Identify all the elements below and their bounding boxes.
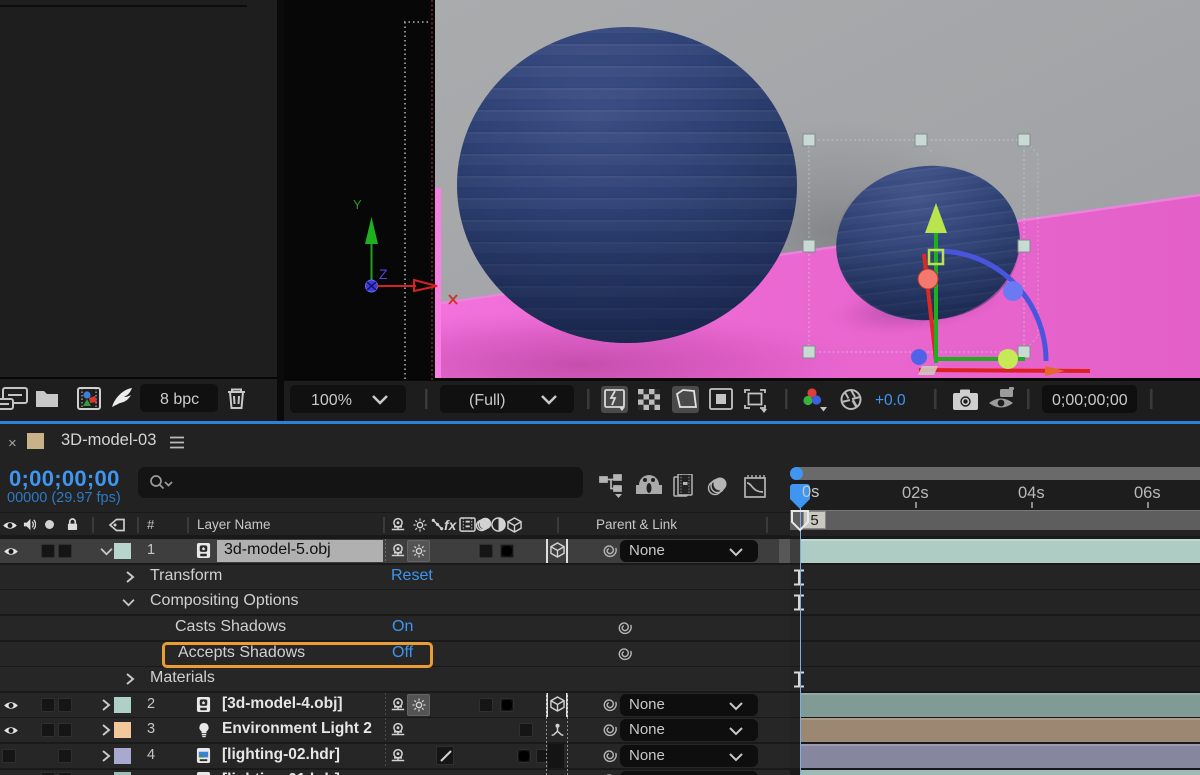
svg-text:0;00;00;00: 0;00;00;00 bbox=[1052, 392, 1128, 409]
svg-text:Y: Y bbox=[353, 197, 362, 212]
svg-text:Z: Z bbox=[379, 266, 388, 282]
svg-text:+0.0: +0.0 bbox=[875, 392, 906, 409]
svg-text:100%: 100% bbox=[311, 392, 352, 409]
svg-text:8 bpc: 8 bpc bbox=[160, 391, 199, 408]
svg-text:(Full): (Full) bbox=[469, 392, 505, 409]
